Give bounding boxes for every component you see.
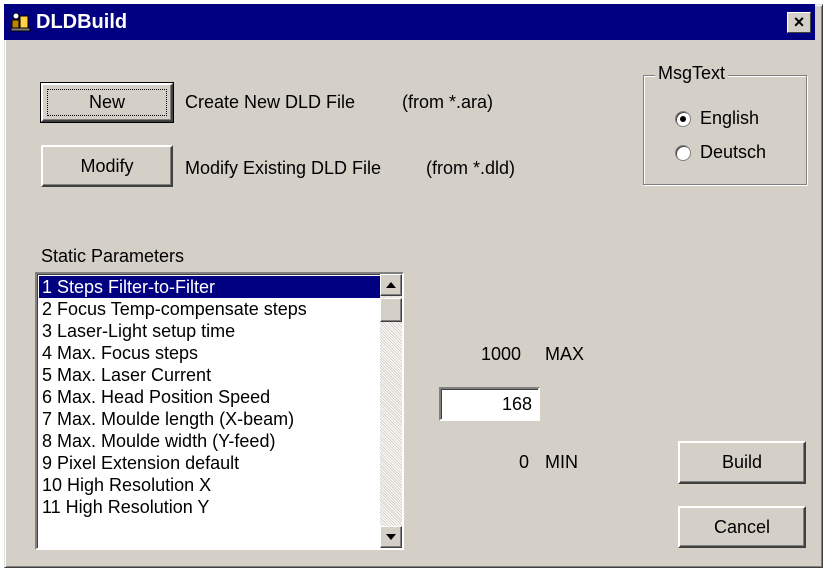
list-item[interactable]: 8 Max. Moulde width (Y-feed) bbox=[39, 430, 381, 452]
radio-english[interactable] bbox=[675, 111, 691, 127]
app-icon bbox=[10, 12, 31, 32]
parameter-value-input[interactable]: 168 bbox=[439, 387, 540, 421]
msgtext-title: MsgText bbox=[655, 63, 729, 84]
list-items: 1 Steps Filter-to-Filter 2 Focus Temp-com… bbox=[39, 276, 381, 518]
close-button[interactable]: × bbox=[787, 12, 811, 33]
build-button-label: Build bbox=[721, 452, 763, 472]
scroll-thumb[interactable] bbox=[380, 298, 402, 322]
list-item[interactable]: 1 Steps Filter-to-Filter bbox=[39, 276, 381, 298]
scroll-down-button[interactable] bbox=[380, 526, 402, 548]
close-icon: × bbox=[793, 12, 805, 32]
arrow-down-icon bbox=[386, 534, 396, 540]
window-title: DLDBuild bbox=[36, 11, 128, 33]
msgtext-groupbox bbox=[643, 75, 807, 185]
list-item[interactable]: 3 Laser-Light setup time bbox=[39, 320, 381, 342]
min-value: 0 bbox=[519, 452, 530, 472]
cancel-button-label: Cancel bbox=[713, 517, 771, 537]
radio-selected-dot bbox=[680, 116, 686, 122]
radio-deutsch[interactable] bbox=[675, 145, 691, 161]
modify-hint: (from *.dld) bbox=[426, 158, 516, 178]
radio-deutsch-label[interactable]: Deutsch bbox=[700, 142, 766, 163]
cancel-button[interactable]: Cancel bbox=[678, 506, 806, 548]
static-parameters-list[interactable]: 1 Steps Filter-to-Filter 2 Focus Temp-com… bbox=[35, 272, 404, 550]
list-item[interactable]: 5 Max. Laser Current bbox=[39, 364, 381, 386]
list-item[interactable]: 6 Max. Head Position Speed bbox=[39, 386, 381, 408]
min-label: MIN bbox=[545, 452, 578, 472]
arrow-up-icon bbox=[386, 282, 396, 288]
list-item[interactable]: 2 Focus Temp-compensate steps bbox=[39, 298, 381, 320]
modify-button[interactable]: Modify bbox=[41, 145, 173, 187]
radio-english-label[interactable]: English bbox=[700, 108, 759, 129]
title-bar[interactable]: DLDBuild × bbox=[4, 4, 815, 40]
list-scrollbar[interactable] bbox=[380, 274, 402, 548]
focus-rectangle bbox=[47, 89, 167, 116]
new-description: Create New DLD File bbox=[185, 92, 356, 112]
list-item[interactable]: 4 Max. Focus steps bbox=[39, 342, 381, 364]
build-button[interactable]: Build bbox=[678, 441, 806, 484]
list-item[interactable]: 9 Pixel Extension default bbox=[39, 452, 381, 474]
modify-button-label: Modify bbox=[80, 156, 134, 176]
max-value: 1000 bbox=[481, 344, 522, 364]
new-button[interactable]: New bbox=[40, 82, 174, 123]
new-hint: (from *.ara) bbox=[402, 92, 494, 112]
static-parameters-label: Static Parameters bbox=[41, 246, 185, 266]
list-item[interactable]: 10 High Resolution X bbox=[39, 474, 381, 496]
list-item[interactable]: 11 High Resolution Y bbox=[39, 496, 381, 518]
modify-description: Modify Existing DLD File bbox=[185, 158, 382, 178]
max-label: MAX bbox=[545, 344, 585, 364]
scroll-up-button[interactable] bbox=[380, 274, 402, 296]
list-item[interactable]: 7 Max. Moulde length (X-beam) bbox=[39, 408, 381, 430]
